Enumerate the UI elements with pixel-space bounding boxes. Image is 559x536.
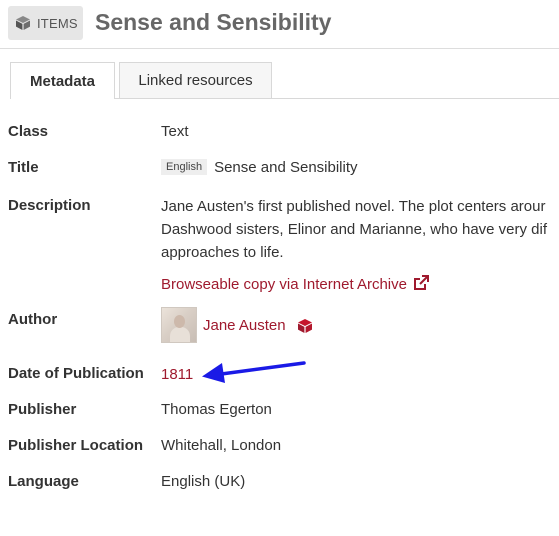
property-value-description: Jane Austen's first published novel. The…: [161, 195, 547, 264]
annotation-arrow: [202, 361, 306, 383]
property-value-language: English (UK): [161, 473, 246, 490]
author-thumbnail[interactable]: [161, 307, 197, 343]
author-link[interactable]: Jane Austen: [203, 317, 286, 334]
property-value-publisher-location: Whitehall, London: [161, 437, 282, 454]
resource-cube-icon[interactable]: [297, 318, 313, 334]
tab-metadata[interactable]: Metadata: [10, 62, 115, 99]
property-label-date-of-publication: Date of Publication: [8, 365, 144, 382]
page-title: Sense and Sensibility: [95, 9, 332, 35]
tab-bar: Metadata Linked resources: [10, 62, 559, 99]
date-of-publication-link[interactable]: 1811: [161, 366, 193, 383]
property-label-publisher-location: Publisher Location: [8, 437, 144, 454]
items-badge[interactable]: ITEMS: [8, 6, 83, 40]
tab-linked-resources[interactable]: Linked resources: [119, 62, 272, 98]
property-label-class: Class: [8, 123, 49, 140]
property-value-title: Sense and Sensibility: [214, 159, 358, 176]
internet-archive-link-row: Browseable copy via Internet Archive: [161, 275, 429, 293]
portrait-body: [170, 327, 190, 342]
description-line: Dashwood sisters, Elinor and Marianne, w…: [161, 221, 548, 238]
portrait-face: [174, 315, 185, 328]
external-link-icon[interactable]: [413, 275, 429, 291]
property-value-class: Text: [161, 123, 189, 140]
property-value-title-wrapper: English Sense and Sensibility: [161, 159, 358, 176]
items-badge-label: ITEMS: [37, 15, 78, 31]
property-label-language: Language: [8, 473, 79, 490]
page-header: ITEMS Sense and Sensibility: [0, 0, 559, 49]
description-line: approaches to life.: [161, 244, 284, 261]
property-label-title: Title: [8, 159, 39, 176]
property-label-publisher: Publisher: [8, 401, 77, 418]
description-line: Jane Austen's first published novel. The…: [161, 198, 546, 215]
property-label-description: Description: [8, 197, 91, 214]
property-label-author: Author: [8, 311, 58, 328]
cube-icon: [16, 16, 30, 30]
language-tag: English: [161, 159, 208, 175]
property-value-publisher: Thomas Egerton: [161, 401, 272, 418]
internet-archive-link[interactable]: Browseable copy via Internet Archive: [161, 276, 407, 293]
